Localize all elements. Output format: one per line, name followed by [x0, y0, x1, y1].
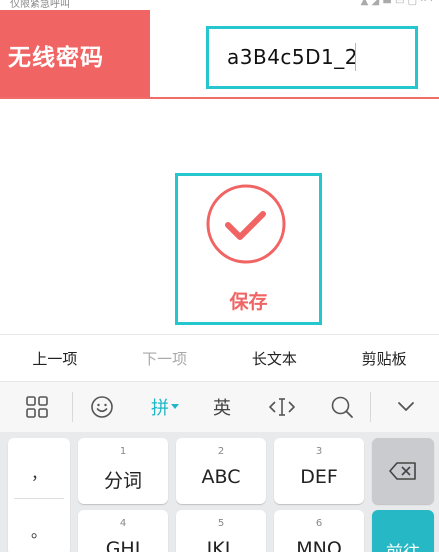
password-row: 无线密码 a3B4c5D1_2 [0, 10, 439, 99]
english-mode-button[interactable]: 英 [202, 382, 242, 432]
text-cursor [355, 43, 356, 71]
backspace-icon [389, 462, 416, 480]
key-label: 分词 [103, 470, 142, 492]
pinyin-label: 拼 [151, 398, 169, 419]
key-label: MNO [296, 538, 342, 552]
ime-divider [370, 392, 371, 422]
next-item-button[interactable]: 下一项 [110, 335, 220, 381]
keyboard: ， 。 1 分词 2 ABC 3 DEF 4 GHI 5 JKL 6 MNO 前… [0, 432, 439, 552]
key-3[interactable]: 3 DEF [274, 438, 364, 504]
key-2[interactable]: 2 ABC [176, 438, 266, 504]
go-label: 前往 [372, 538, 434, 552]
save-button[interactable]: 保存 [175, 173, 322, 325]
save-label: 保存 [229, 291, 268, 313]
key-label: GHI [105, 538, 141, 552]
period-key[interactable]: 。 [8, 518, 70, 542]
key-label: JKL [206, 538, 236, 552]
clipboard-button[interactable]: 剪贴板 [329, 335, 439, 381]
prev-item-button[interactable]: 上一项 [0, 335, 110, 381]
key-number: 3 [315, 446, 323, 457]
password-label: 无线密码 [8, 45, 104, 71]
key-number: 1 [119, 446, 127, 457]
password-input[interactable]: a3B4c5D1_2 [206, 26, 418, 89]
ime-bar: 拼 英 [0, 382, 439, 432]
ime-divider [72, 392, 73, 422]
key-6[interactable]: 6 MNO [274, 510, 364, 552]
grid-menu-icon[interactable] [16, 382, 58, 432]
key-number: 6 [315, 518, 323, 529]
symbol-column: ， 。 [8, 438, 70, 552]
pinyin-mode-button[interactable]: 拼 [142, 382, 188, 432]
password-label-box: 无线密码 [0, 10, 150, 97]
key-1[interactable]: 1 分词 [78, 438, 168, 504]
key-number: 5 [217, 518, 225, 529]
caret-down-icon [171, 404, 179, 409]
search-icon[interactable] [322, 382, 362, 432]
status-text: 仅限紧急呼叫 [10, 0, 70, 10]
key-5[interactable]: 5 JKL [176, 510, 266, 552]
go-key[interactable]: 前往 [372, 510, 434, 552]
check-circle-icon [206, 184, 286, 264]
status-icons: ▲ ◢ ▬ ▭ ▢ ·· · [360, 0, 433, 7]
symbol-divider [14, 498, 64, 499]
backspace-key[interactable] [372, 438, 434, 504]
status-bar: 仅限紧急呼叫 ▲ ◢ ▬ ▭ ▢ ·· · [0, 0, 439, 10]
comma-key[interactable]: ， [8, 460, 70, 484]
chevron-down-icon[interactable] [386, 382, 426, 432]
key-label: ABC [201, 466, 241, 488]
key-number: 2 [217, 446, 225, 457]
emoji-icon[interactable] [82, 382, 122, 432]
password-value: a3B4c5D1_2 [227, 45, 358, 69]
key-4[interactable]: 4 GHI [78, 510, 168, 552]
english-label: 英 [213, 398, 231, 419]
key-number: 4 [119, 518, 127, 529]
long-text-button[interactable]: 长文本 [220, 335, 330, 381]
key-label: DEF [300, 466, 338, 488]
cursor-move-icon[interactable] [262, 382, 302, 432]
input-toolbar: 上一项 下一项 长文本 剪贴板 [0, 334, 439, 382]
